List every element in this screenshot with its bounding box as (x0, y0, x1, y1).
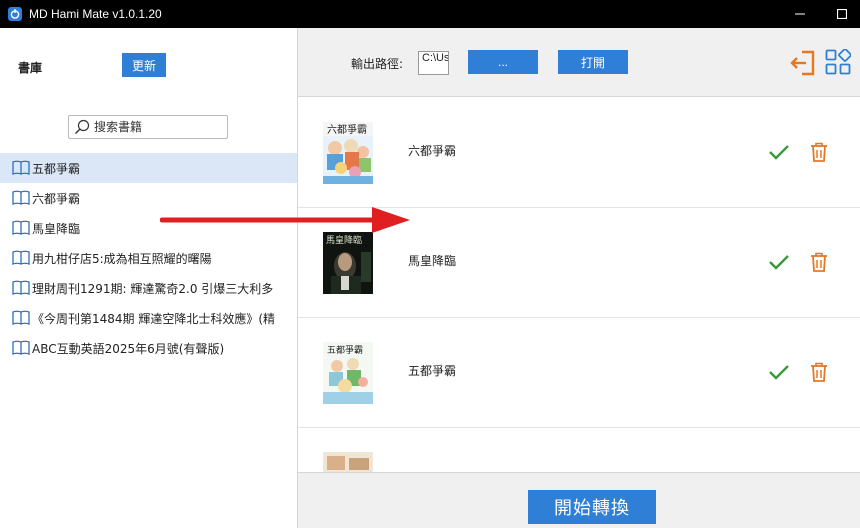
book-icon (12, 220, 30, 235)
update-button[interactable]: 更新 (122, 53, 166, 77)
svg-text:馬皇降臨: 馬皇降臨 (326, 234, 362, 246)
check-icon (769, 255, 789, 270)
output-toolbar: 輸出路徑: C:\Us ... 打開 (298, 28, 860, 97)
annotation-arrow-icon (160, 207, 410, 233)
minimize-button[interactable] (780, 0, 820, 28)
book-search[interactable] (68, 115, 228, 139)
apps-grid-icon[interactable] (825, 49, 851, 75)
book-title: 理財周刊1291期: 輝達驚奇2.0 引爆三大利多 (32, 281, 274, 296)
start-convert-button[interactable]: 開始轉換 (528, 490, 656, 524)
queue-item: 六都爭霸 六都爭霸 (298, 98, 860, 208)
book-cover: 馬皇降臨 (323, 232, 373, 294)
book-cover: 五都爭霸 (323, 342, 373, 404)
book-list: 五都爭霸 六都爭霸 馬皇降臨 用九柑仔店5:成為相互照耀的曙陽 理財周刊1291… (0, 153, 297, 363)
trash-icon[interactable] (810, 252, 828, 272)
trash-icon[interactable] (810, 142, 828, 162)
book-list-item[interactable]: 理財周刊1291期: 輝達驚奇2.0 引爆三大利多 (0, 273, 297, 303)
book-icon (12, 250, 30, 265)
queue-item (298, 428, 860, 472)
open-folder-button[interactable]: 打開 (558, 50, 628, 74)
book-title: 五都爭霸 (32, 161, 81, 176)
browse-button[interactable]: ... (468, 50, 538, 74)
logout-icon[interactable] (788, 49, 816, 77)
book-list-item[interactable]: 用九柑仔店5:成為相互照耀的曙陽 (0, 243, 297, 273)
library-sidebar: 書庫 更新 五都爭霸 六都爭霸 馬皇降臨 用九 (0, 28, 298, 528)
book-icon (12, 160, 30, 175)
book-icon (12, 280, 30, 295)
check-icon (769, 145, 789, 160)
minimize-icon (795, 13, 805, 15)
queue-item-title: 馬皇降臨 (408, 254, 457, 268)
book-list-item[interactable]: ABC互動英語2025年6月號(有聲版) (0, 333, 297, 363)
output-path-field[interactable]: C:\Us (418, 51, 449, 75)
search-icon (75, 119, 90, 134)
app-window: MD Hami Mate v1.0.1.20 書庫 更新 五都爭霸 六都爭 (0, 0, 860, 528)
conversion-queue: 六都爭霸 六都爭霸 馬皇降臨 馬皇降臨 五都爭霸 五都爭霸 (298, 98, 860, 472)
svg-text:六都爭霸: 六都爭霸 (327, 123, 367, 136)
book-list-item[interactable]: 《今周刊第1484期 輝達空降北士科效應》(精 (0, 303, 297, 333)
output-path-label: 輸出路徑: (351, 57, 404, 71)
book-title: 馬皇降臨 (32, 221, 81, 236)
book-icon (12, 310, 30, 325)
book-list-item[interactable]: 五都爭霸 (0, 153, 297, 183)
check-icon (769, 365, 789, 380)
book-cover: 六都爭霸 (323, 122, 373, 184)
queue-item-title: 五都爭霸 (408, 364, 457, 378)
book-icon (12, 340, 30, 355)
title-bar: MD Hami Mate v1.0.1.20 (0, 0, 860, 28)
maximize-icon (837, 9, 847, 19)
book-cover (323, 452, 373, 472)
queue-item-title: 六都爭霸 (408, 144, 457, 158)
book-title: 六都爭霸 (32, 191, 81, 206)
svg-text:五都爭霸: 五都爭霸 (327, 344, 363, 356)
book-title: 《今周刊第1484期 輝達空降北士科效應》(精 (32, 311, 276, 326)
library-label: 書庫 (18, 61, 43, 75)
conversion-panel: 輸出路徑: C:\Us ... 打開 六都爭霸 六都爭霸 馬皇降臨 馬皇降臨 五… (298, 28, 860, 528)
maximize-button[interactable] (822, 0, 860, 28)
book-icon (12, 190, 30, 205)
footer-bar: 開始轉換 (298, 472, 860, 528)
window-title: MD Hami Mate v1.0.1.20 (29, 7, 162, 21)
queue-item: 五都爭霸 五都爭霸 (298, 318, 860, 428)
book-title: ABC互動英語2025年6月號(有聲版) (32, 341, 225, 356)
app-logo-icon (8, 7, 22, 21)
book-title: 用九柑仔店5:成為相互照耀的曙陽 (32, 251, 212, 266)
trash-icon[interactable] (810, 362, 828, 382)
search-input[interactable] (94, 120, 219, 134)
